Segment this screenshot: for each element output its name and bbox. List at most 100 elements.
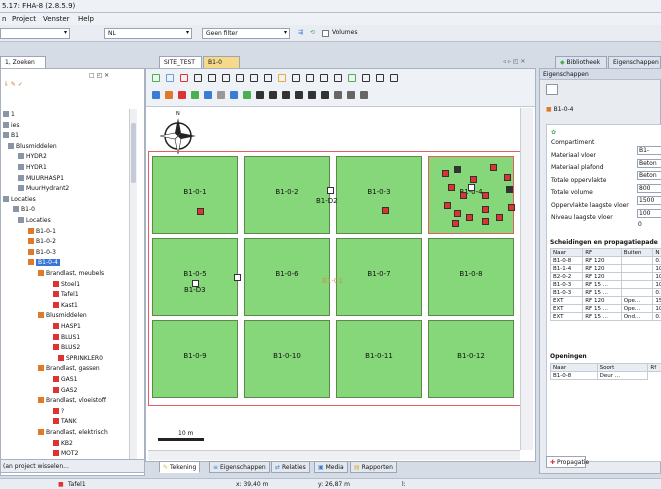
tree-node[interactable]: MUURHASP1 [18,174,64,182]
fire-object-marker[interactable] [197,208,204,215]
fire-object-marker[interactable] [508,204,515,211]
view-dropdown[interactable]: ▾ [0,28,70,39]
toolbar-layer-icon[interactable] [152,91,160,99]
toolbar-layer-icon[interactable] [308,91,316,99]
toolbar-tool-icon[interactable] [306,74,314,82]
toolbar-tool-icon[interactable] [222,74,230,82]
volumes-checkbox[interactable] [322,30,329,37]
toolbar-tool-icon[interactable] [236,74,244,82]
table-row[interactable]: B1-1-4RF 120 10 [549,264,661,273]
tab-site-test[interactable]: SITE_TEST [159,56,202,68]
toolbar-layer-icon[interactable] [334,91,342,99]
tab-media[interactable]: ▣ Media [314,461,348,473]
tree-toolbar-icons[interactable]: ⇩ ✎ ✓ [4,81,23,88]
fire-object-marker[interactable] [448,184,455,191]
tree-node[interactable]: GAS2 [53,386,77,394]
column-header[interactable]: Naar [549,248,584,257]
tree-node[interactable]: B1-0 [13,206,35,213]
column-header[interactable]: Soort [596,363,649,372]
toolbar-tool-icon[interactable] [278,74,286,82]
toolbar-layer-icon[interactable] [295,91,303,99]
room-b1-0-7[interactable]: B1-0-7 [336,238,422,316]
tree-node[interactable]: B1-0-2 [28,238,56,245]
toolbar-layer-icon[interactable] [282,91,290,99]
fire-object-marker[interactable] [382,207,389,214]
fire-object-marker[interactable] [466,214,473,221]
tree-node[interactable]: KB2 [53,439,73,447]
toolbar-tool-icon[interactable] [390,74,398,82]
tab-right-eigenschappen[interactable]: Eigenschappen [608,56,661,68]
table-row[interactable]: B2-0-2RF 120 10 [549,272,661,281]
table-row[interactable]: B1-0-8 RF 120 0. [549,256,661,265]
room-b1-0-4[interactable]: B1-0-4 [428,156,514,234]
menu-item-venster[interactable]: Venster [43,15,70,23]
toolbar-tool-icon[interactable] [292,74,300,82]
canvas-vertical-scrollbar[interactable] [520,108,533,450]
table-row[interactable]: B1-0-3RF 15 ... 10 [549,280,661,289]
tree-scroll-thumb[interactable] [131,123,136,183]
fire-object-marker[interactable] [452,220,459,227]
toolbar-layer-icon[interactable] [243,91,251,99]
tree-node[interactable]: Blusmiddelen [38,312,87,319]
column-header[interactable]: Rf [647,363,661,372]
toolbar-layer-icon[interactable] [165,91,173,99]
drawing-canvas[interactable]: N B1-0-1 B1-0-2 B1-0-3 B1-0-4 B1-0-5 B1-0-6 B1… [148,108,528,450]
room-b1-0-8[interactable]: B1-0-8 [428,238,514,316]
menu-item-project[interactable]: Project [12,15,36,23]
toolbar-tool-icon[interactable] [362,74,370,82]
tree-node[interactable]: Stoel1 [53,280,80,288]
canvas-horizontal-scrollbar[interactable] [148,450,520,460]
column-header[interactable]: Naar [550,363,598,372]
menu-item-help[interactable]: Help [78,15,94,23]
toolbar-layer-icon[interactable] [321,91,329,99]
toolbar-tool-icon[interactable] [194,74,202,82]
tab-rapporten[interactable]: ▤ Rapporten [350,461,397,473]
room-b1-0-6[interactable]: B1-0-6 [244,238,330,316]
fire-object-marker[interactable] [192,280,199,287]
tree-vertical-scrollbar[interactable] [129,109,137,463]
room-b1-0-9[interactable]: B1-0-9 [152,320,238,398]
column-header[interactable]: RF [582,248,622,257]
toolbar-layer-icon[interactable] [191,91,199,99]
fire-object-marker[interactable] [504,174,511,181]
fire-object-marker[interactable] [496,214,503,221]
toolbar-layer-icon[interactable] [256,91,264,99]
filter-icon[interactable]: ⇶ [298,29,303,36]
toolbar-tool-icon[interactable] [152,74,160,82]
tree-node[interactable]: Locaties [3,195,36,203]
table-row[interactable]: EXTRF 15 ...Ope...10 [549,304,661,313]
tab-relaties[interactable]: ⇄ Relaties [271,461,310,473]
panel-window-controls[interactable]: □ ◰ ✕ [89,72,109,79]
layer-dropdown[interactable]: NL ▾ [104,28,192,39]
toolbar-tool-icon[interactable] [180,74,188,82]
toolbar-layer-icon[interactable] [178,91,186,99]
tree-node[interactable]: ? [53,407,64,415]
fire-object-marker[interactable] [454,166,461,173]
toolbar-layer-icon[interactable] [269,91,277,99]
tree-node[interactable]: Brandlast, vloeistoff [38,397,106,404]
fire-object-marker[interactable] [490,164,497,171]
tree-node[interactable]: SPRINKLER0 [58,354,103,362]
toolbar-tool-icon[interactable] [250,74,258,82]
fire-object-marker[interactable] [470,176,477,183]
tree-node[interactable]: BLUS1 [53,333,80,341]
switch-project-bar[interactable]: (an project wisselen... [0,459,145,473]
toolbar-tool-icon[interactable] [208,74,216,82]
refresh-icon[interactable]: ⟲ [310,29,315,36]
fire-object-marker[interactable] [327,187,334,194]
tree-node[interactable]: 1 [3,111,15,118]
tab-b1-0[interactable]: B1-0 [203,56,240,68]
tree-node[interactable]: B1-0-3 [28,248,56,256]
toolbar-layer-icon[interactable] [347,91,355,99]
toolbar-layer-icon[interactable] [204,91,212,99]
tree-node[interactable]: Blusmiddelen [8,142,57,150]
tree-node[interactable]: HYDR1 [18,164,47,171]
fire-object-marker[interactable] [444,202,451,209]
room-b1-0-12[interactable]: B1-0-12 [428,320,514,398]
column-header[interactable]: N [652,248,661,257]
tree-node[interactable]: HYDR2 [18,153,47,160]
tree-node[interactable]: TANK [53,418,77,425]
fire-object-marker[interactable] [482,218,489,225]
tree-node[interactable]: GAS1 [53,376,77,383]
tab-bibliotheek[interactable]: ◆ Bibliotheek [555,56,607,68]
